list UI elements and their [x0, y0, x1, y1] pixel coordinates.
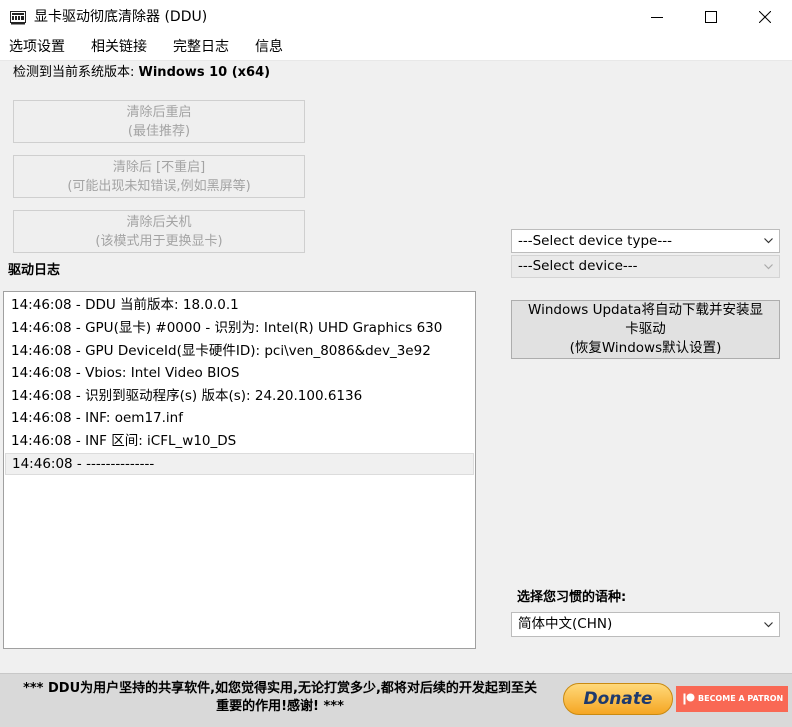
close-button[interactable]: [742, 0, 788, 34]
clean-shutdown-hint: (该模式用于更换显卡): [95, 233, 223, 249]
donation-footer: *** DDU为用户坚持的共享软件,如您觉得实用,无论打赏多少,都将对后续的开发…: [0, 673, 792, 727]
minimize-button[interactable]: [634, 0, 680, 34]
menu-full-log[interactable]: 完整日志: [173, 37, 229, 57]
clean-shutdown-button[interactable]: 清除后关机 (该模式用于更换显卡): [13, 210, 305, 253]
clean-restart-button[interactable]: 清除后重启 (最佳推荐): [13, 100, 305, 143]
minimize-icon: [651, 17, 663, 18]
title-bar: 显卡驱动彻底清除器 (DDU): [0, 0, 792, 34]
log-entry[interactable]: 14:46:08 - INF: oem17.inf: [5, 407, 474, 429]
log-entry[interactable]: 14:46:08 - DDU 当前版本: 18.0.0.1: [5, 294, 474, 316]
chevron-down-icon: [764, 264, 773, 270]
windows-update-line2: 卡驱动: [625, 321, 666, 337]
log-entry[interactable]: 14:46:08 - GPU(显卡) #0000 - 识别为: Intel(R)…: [5, 317, 474, 339]
menu-info[interactable]: 信息: [255, 37, 283, 57]
language-select[interactable]: 简体中文(CHN): [511, 612, 780, 637]
log-entry[interactable]: 14:46:08 - Vbios: Intel Video BIOS: [5, 362, 474, 384]
log-entry[interactable]: 14:46:08 - GPU DeviceId(显卡硬件ID): pci\ven…: [5, 340, 474, 362]
device-value: ---Select device---: [518, 258, 638, 274]
log-entry[interactable]: 14:46:08 - INF 区间: iCFL_w10_DS: [5, 430, 474, 452]
chevron-down-icon: [764, 622, 773, 628]
os-detection: 检测到当前系统版本: Windows 10 (x64): [13, 64, 270, 82]
menu-links[interactable]: 相关链接: [91, 37, 147, 57]
os-version: Windows 10 (x64): [138, 65, 271, 80]
windows-update-button[interactable]: Windows Updata将自动下载并安装显 卡驱动 (恢复Windows默认…: [511, 300, 780, 359]
log-entry-selected[interactable]: 14:46:08 - --------------: [5, 453, 474, 475]
clean-no-restart-label: 清除后 [不重启]: [112, 159, 206, 175]
log-list[interactable]: 14:46:08 - DDU 当前版本: 18.0.0.1 14:46:08 -…: [3, 291, 476, 649]
become-patron-button[interactable]: BECOME A PATRON: [676, 686, 788, 712]
menu-bar: 选项设置 相关链接 完整日志 信息: [0, 34, 792, 61]
maximize-icon: [705, 11, 717, 23]
clean-shutdown-label: 清除后关机: [126, 214, 192, 230]
donation-message-line1: *** DDU为用户坚持的共享软件,如您觉得实用,无论打赏多少,都将对后续的开发…: [23, 681, 537, 696]
device-type-select[interactable]: ---Select device type---: [511, 229, 780, 253]
ddu-app-icon: [10, 9, 26, 25]
windows-update-line3: (恢复Windows默认设置): [569, 340, 722, 356]
become-patron-label: BECOME A PATRON: [698, 694, 784, 703]
donation-message: *** DDU为用户坚持的共享软件,如您觉得实用,无论打赏多少,都将对后续的开发…: [0, 680, 560, 716]
clean-no-restart-hint: (可能出现未知错误,例如黑屏等): [67, 178, 251, 194]
windows-update-line1: Windows Updata将自动下载并安装显: [528, 302, 763, 318]
donation-message-line2: 重要的作用!感谢! ***: [216, 699, 344, 714]
device-select[interactable]: ---Select device---: [511, 255, 780, 278]
maximize-button[interactable]: [688, 0, 734, 34]
language-value: 简体中文(CHN): [518, 616, 613, 632]
clean-restart-label: 清除后重启: [126, 104, 192, 120]
close-icon: [759, 11, 771, 23]
os-detection-label: 检测到当前系统版本:: [13, 65, 139, 80]
window-title: 显卡驱动彻底清除器 (DDU): [34, 9, 208, 25]
menu-options[interactable]: 选项设置: [9, 37, 65, 57]
clean-no-restart-button[interactable]: 清除后 [不重启] (可能出现未知错误,例如黑屏等): [13, 155, 305, 198]
language-label: 选择您习惯的语种:: [517, 590, 627, 605]
patreon-icon: [683, 693, 695, 705]
donate-button[interactable]: Donate: [563, 683, 673, 715]
chevron-down-icon: [764, 238, 773, 244]
device-type-value: ---Select device type---: [518, 233, 672, 249]
log-section-label: 驱动日志: [8, 263, 61, 278]
clean-restart-hint: (最佳推荐): [127, 123, 191, 139]
log-entry[interactable]: 14:46:08 - 识别到驱动程序(s) 版本(s): 24.20.100.6…: [5, 385, 474, 407]
